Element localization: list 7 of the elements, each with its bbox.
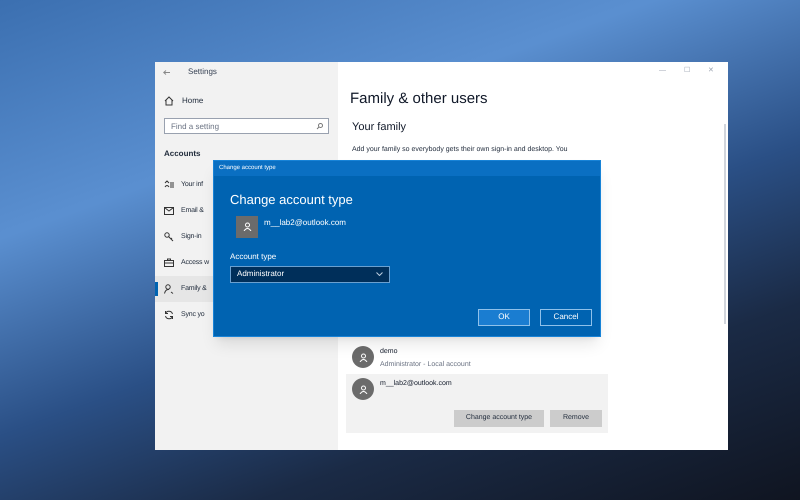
field-label: Account type	[229, 250, 278, 262]
page-title: Family & other users	[349, 89, 489, 109]
window-title: Settings	[188, 66, 217, 78]
account-email: m__lab2@outlook.com	[264, 216, 346, 228]
section-heading: Accounts	[164, 148, 200, 160]
section-heading: Your family	[351, 120, 408, 134]
dialog-heading: Change account type	[229, 191, 354, 209]
